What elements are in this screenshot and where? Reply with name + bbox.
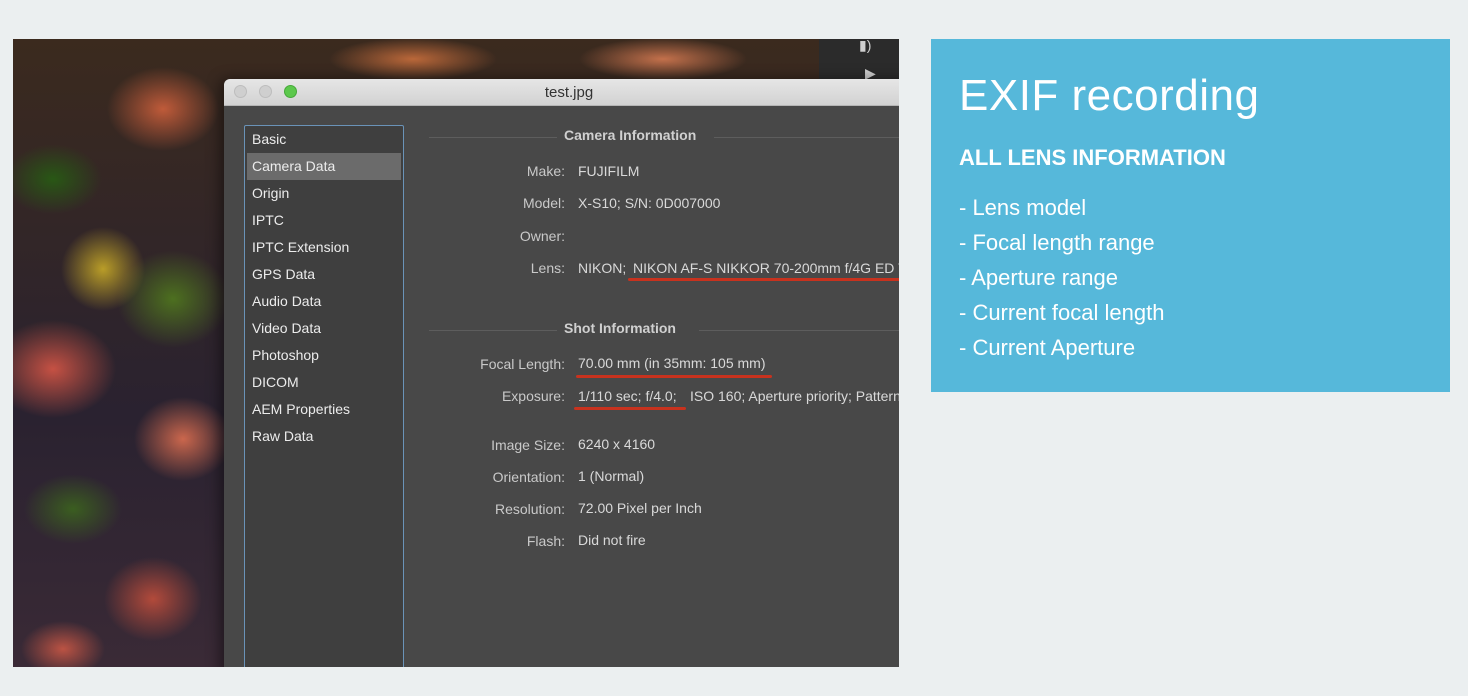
category-item-iptc[interactable]: IPTC: [245, 207, 403, 234]
category-item-dicom[interactable]: DICOM: [245, 369, 403, 396]
exposure-highlight-underline: [574, 407, 686, 410]
flash-label: Flash:: [526, 533, 565, 549]
focal-length-value: 70.00 mm (in 35mm: 105 mm): [578, 355, 766, 371]
orientation-value: 1 (Normal): [578, 468, 645, 484]
focal-length-label: Focal Length:: [480, 356, 565, 372]
category-list: Basic Camera Data Origin IPTC IPTC Exten…: [244, 125, 404, 667]
image-size-label: Image Size:: [491, 437, 565, 453]
category-item-video-data[interactable]: Video Data: [245, 315, 403, 342]
window-titlebar: test.jpg: [224, 79, 899, 106]
category-item-basic[interactable]: Basic: [245, 126, 403, 153]
divider: [699, 330, 899, 331]
list-item: - Current Aperture: [959, 335, 1136, 360]
lens-highlight-underline: [628, 278, 899, 281]
camera-information-heading: Camera Information: [429, 127, 899, 145]
divider: [429, 330, 557, 331]
audio-icon[interactable]: ▮): [859, 39, 871, 54]
card-subtitle: ALL LENS INFORMATION: [959, 145, 1226, 170]
section-title: Shot Information: [564, 320, 676, 336]
model-label: Model:: [522, 195, 565, 211]
list-item: - Current focal length: [959, 300, 1165, 325]
owner-label: Owner:: [519, 228, 565, 244]
orientation-label: Orientation:: [492, 469, 565, 485]
model-value: X-S10; S/N: 0D007000: [578, 195, 721, 211]
lens-info-list: - Lens model - Focal length range - Aper…: [959, 194, 1164, 369]
category-item-audio-data[interactable]: Audio Data: [245, 288, 403, 315]
category-item-origin[interactable]: Origin: [245, 180, 403, 207]
make-value: FUJIFILM: [578, 163, 640, 179]
file-info-window: test.jpg Basic Camera Data Origin IPTC I…: [224, 79, 899, 667]
make-label: Make:: [526, 163, 565, 179]
flash-value: Did not fire: [578, 532, 646, 548]
category-item-photoshop[interactable]: Photoshop: [245, 342, 403, 369]
exif-info-card: EXIF recording ALL LENS INFORMATION - Le…: [931, 39, 1450, 392]
exposure-highlighted-value: 1/110 sec; f/4.0;: [578, 388, 677, 404]
resolution-value: 72.00 Pixel per Inch: [578, 500, 702, 516]
category-item-raw-data[interactable]: Raw Data: [245, 423, 403, 450]
category-item-camera-data[interactable]: Camera Data: [247, 153, 401, 180]
category-item-aem-properties[interactable]: AEM Properties: [245, 396, 403, 423]
divider: [429, 137, 557, 138]
lens-model-value: NIKON AF-S NIKKOR 70-200mm f/4G ED VR;: [633, 260, 899, 276]
list-item: - Aperture range: [959, 265, 1118, 290]
lens-label: Lens:: [530, 260, 565, 276]
focal-length-highlight-underline: [576, 375, 772, 378]
window-title: test.jpg: [544, 84, 594, 101]
divider: [714, 137, 899, 138]
image-size-value: 6240 x 4160: [578, 436, 656, 452]
category-item-iptc-extension[interactable]: IPTC Extension: [245, 234, 403, 261]
lens-brand-value: NIKON;: [578, 260, 627, 276]
exposure-label: Exposure:: [501, 388, 565, 404]
shot-information-heading: Shot Information: [429, 320, 899, 338]
section-title: Camera Information: [564, 127, 697, 143]
exposure-rest-value: ISO 160; Aperture priority; Pattern: [690, 388, 899, 404]
list-item: - Focal length range: [959, 230, 1155, 255]
screenshot-panel: ▮) ▶ test.jpg Basic Camera Data Origin I…: [13, 39, 899, 667]
category-item-gps-data[interactable]: GPS Data: [245, 261, 403, 288]
resolution-label: Resolution:: [494, 501, 565, 517]
card-title: EXIF recording: [959, 71, 1260, 120]
list-item: - Lens model: [959, 195, 1087, 220]
